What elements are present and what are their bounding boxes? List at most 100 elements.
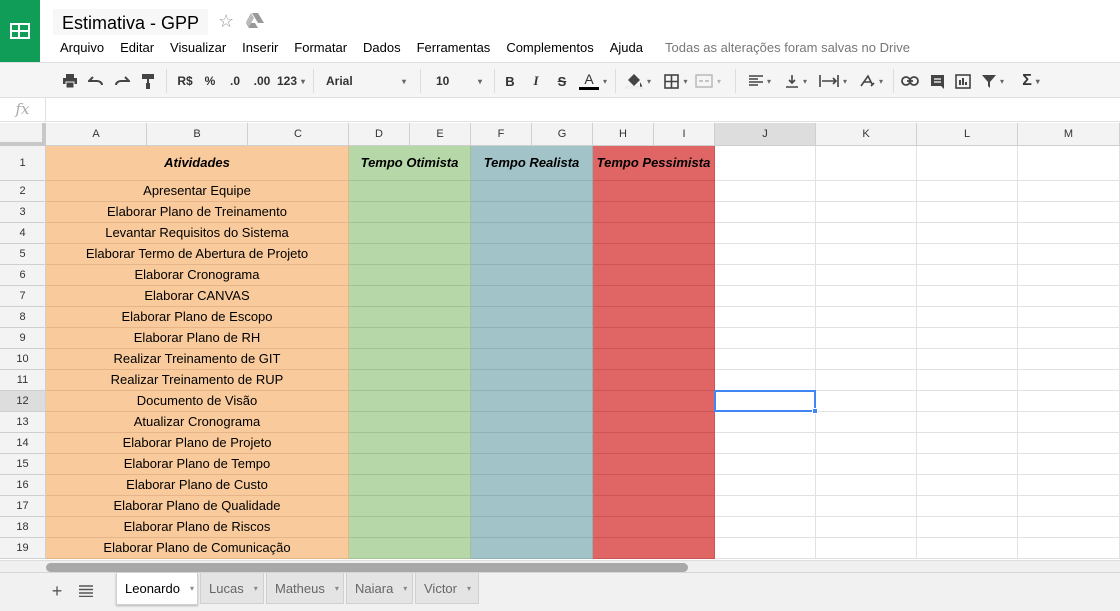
pessimistic-time-cell[interactable] [593, 181, 715, 202]
pessimistic-time-cell[interactable] [593, 349, 715, 370]
realistic-time-cell[interactable] [471, 433, 593, 454]
realistic-time-cell[interactable] [471, 391, 593, 412]
menu-ajuda[interactable]: Ajuda [602, 40, 651, 55]
cell-j1[interactable] [715, 146, 816, 181]
cell-j4[interactable] [715, 223, 816, 244]
cell-k16[interactable] [816, 475, 917, 496]
menu-editar[interactable]: Editar [112, 40, 162, 55]
pessimistic-time-cell[interactable] [593, 328, 715, 349]
realistic-time-cell[interactable] [471, 307, 593, 328]
cell-k7[interactable] [816, 286, 917, 307]
horizontal-align-button[interactable]: ▾ [744, 69, 776, 93]
optimistic-time-cell[interactable] [349, 412, 471, 433]
chevron-down-icon[interactable]: ▾ [254, 584, 258, 593]
cell-l11[interactable] [917, 370, 1018, 391]
optimistic-time-cell[interactable] [349, 286, 471, 307]
cell-j17[interactable] [715, 496, 816, 517]
activity-cell[interactable]: Elaborar Plano de Projeto [46, 433, 349, 454]
cell-m2[interactable] [1018, 181, 1120, 202]
cell-m19[interactable] [1018, 538, 1120, 559]
cell-m4[interactable] [1018, 223, 1120, 244]
cell-k6[interactable] [816, 265, 917, 286]
fill-color-button[interactable]: ▾ [622, 69, 654, 93]
cell-j5[interactable] [715, 244, 816, 265]
pessimistic-time-cell[interactable] [593, 223, 715, 244]
horizontal-scrollbar[interactable] [0, 560, 1120, 572]
realistic-time-cell[interactable] [471, 412, 593, 433]
cell-m6[interactable] [1018, 265, 1120, 286]
row-header-15[interactable]: 15 [0, 454, 46, 475]
redo-icon[interactable] [112, 69, 132, 93]
activity-cell[interactable]: Elaborar Plano de Comunicação [46, 538, 349, 559]
row-header-11[interactable]: 11 [0, 370, 46, 391]
cell-m14[interactable] [1018, 433, 1120, 454]
realistic-time-cell[interactable] [471, 454, 593, 475]
undo-icon[interactable] [86, 69, 106, 93]
menu-complementos[interactable]: Complementos [498, 40, 601, 55]
menu-arquivo[interactable]: Arquivo [52, 40, 112, 55]
pessimistic-time-cell[interactable] [593, 412, 715, 433]
increase-decimals-button[interactable]: .00 [251, 69, 273, 93]
column-header-i[interactable]: I [654, 123, 715, 146]
row-header-13[interactable]: 13 [0, 412, 46, 433]
cell-m12[interactable] [1018, 391, 1120, 412]
cell-j18[interactable] [715, 517, 816, 538]
pessimistic-time-cell[interactable] [593, 202, 715, 223]
activity-cell[interactable]: Elaborar Cronograma [46, 265, 349, 286]
row-header-7[interactable]: 7 [0, 286, 46, 307]
pessimistic-time-cell[interactable] [593, 286, 715, 307]
cell-k1[interactable] [816, 146, 917, 181]
cell-j19[interactable] [715, 538, 816, 559]
cell-j7[interactable] [715, 286, 816, 307]
activity-cell[interactable]: Realizar Treinamento de GIT [46, 349, 349, 370]
column-header-h[interactable]: H [593, 123, 654, 146]
optimistic-time-cell[interactable] [349, 181, 471, 202]
cell-j6[interactable] [715, 265, 816, 286]
filter-button[interactable]: ▾ [977, 69, 1009, 93]
activity-cell[interactable]: Apresentar Equipe [46, 181, 349, 202]
row-header-18[interactable]: 18 [0, 517, 46, 538]
formula-input[interactable] [48, 98, 1118, 121]
cell-m5[interactable] [1018, 244, 1120, 265]
column-header-k[interactable]: K [816, 123, 917, 146]
font-family-dropdown[interactable]: Arial ▾ [320, 69, 412, 93]
cell-l7[interactable] [917, 286, 1018, 307]
cell-m10[interactable] [1018, 349, 1120, 370]
print-icon[interactable] [60, 69, 80, 93]
menu-inserir[interactable]: Inserir [234, 40, 286, 55]
cell-l15[interactable] [917, 454, 1018, 475]
activity-cell[interactable]: Realizar Treinamento de RUP [46, 370, 349, 391]
menu-visualizar[interactable]: Visualizar [162, 40, 234, 55]
activity-cell[interactable]: Elaborar Plano de Treinamento [46, 202, 349, 223]
all-sheets-list-icon[interactable] [79, 585, 93, 597]
activity-cell[interactable]: Elaborar Plano de Qualidade [46, 496, 349, 517]
scrollbar-thumb[interactable] [46, 563, 688, 572]
chevron-down-icon[interactable]: ▾ [335, 584, 339, 593]
row-header-4[interactable]: 4 [0, 223, 46, 244]
row-header-6[interactable]: 6 [0, 265, 46, 286]
cell-m9[interactable] [1018, 328, 1120, 349]
activity-cell[interactable]: Elaborar Plano de Custo [46, 475, 349, 496]
activity-cell[interactable]: Elaborar CANVAS [46, 286, 349, 307]
column-header-c[interactable]: C [248, 123, 349, 146]
realistic-time-cell[interactable] [471, 181, 593, 202]
cell-l3[interactable] [917, 202, 1018, 223]
realistic-time-cell[interactable] [471, 265, 593, 286]
activity-cell[interactable]: Levantar Requisitos do Sistema [46, 223, 349, 244]
insert-comment-icon[interactable] [926, 69, 948, 93]
cell-j14[interactable] [715, 433, 816, 454]
activity-cell[interactable]: Elaborar Plano de RH [46, 328, 349, 349]
row-header-5[interactable]: 5 [0, 244, 46, 265]
row-header-19[interactable]: 19 [0, 538, 46, 559]
optimistic-time-cell[interactable] [349, 328, 471, 349]
optimistic-time-cell[interactable] [349, 391, 471, 412]
cell-l19[interactable] [917, 538, 1018, 559]
row-header-17[interactable]: 17 [0, 496, 46, 517]
realistic-time-cell[interactable] [471, 475, 593, 496]
cell-m13[interactable] [1018, 412, 1120, 433]
realistic-time-cell[interactable] [471, 244, 593, 265]
column-header-d[interactable]: D [349, 123, 410, 146]
cell-m1[interactable] [1018, 146, 1120, 181]
column-header-j[interactable]: J [715, 123, 816, 146]
sheets-logo-icon[interactable] [0, 0, 40, 62]
